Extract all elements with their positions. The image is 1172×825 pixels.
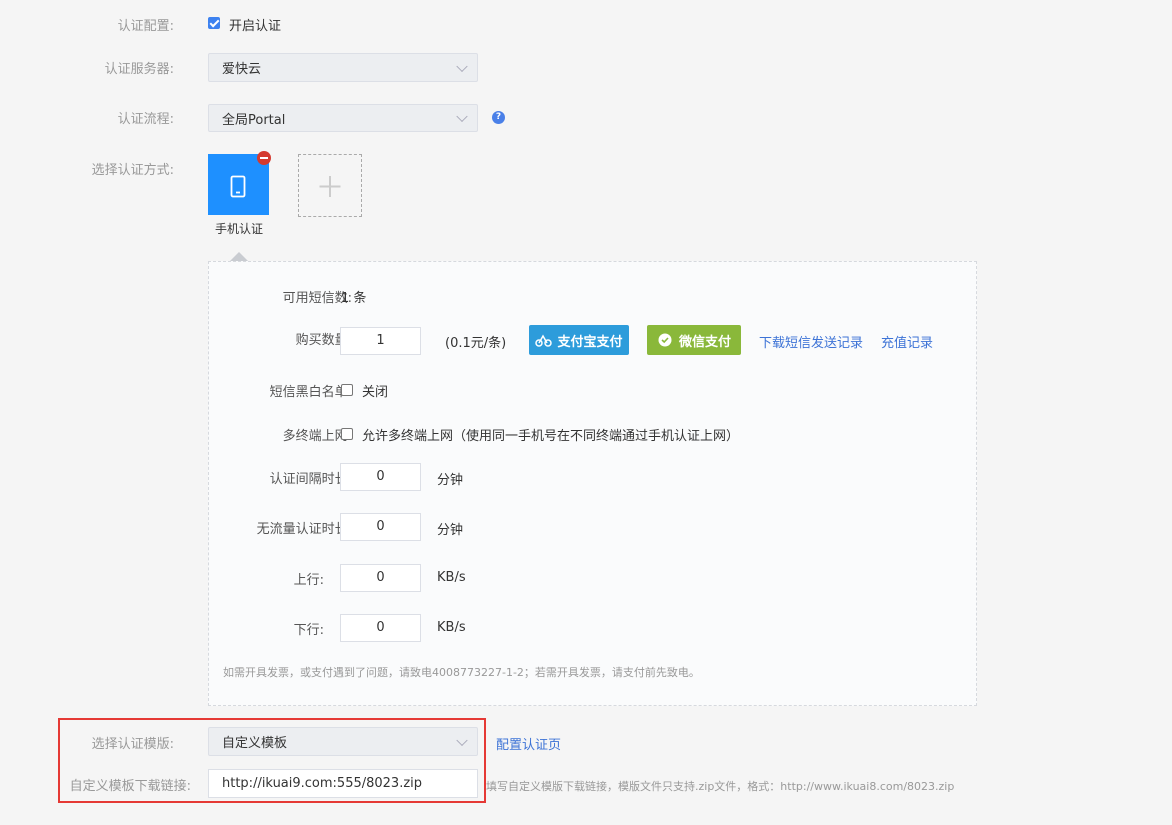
auth-flow-value: 全局Portal	[222, 112, 286, 128]
multi-terminal-checkbox[interactable]	[341, 428, 353, 440]
mobile-auth-tile-label: 手机认证	[215, 222, 264, 236]
question-circle-icon[interactable]: ?	[492, 111, 505, 124]
enable-auth-checkbox[interactable]	[208, 17, 220, 29]
no-flow-auth-unit: 分钟	[437, 523, 464, 538]
no-flow-auth-label: 无流量认证时长:	[256, 522, 352, 537]
download-input[interactable]: 0	[340, 614, 421, 642]
sms-blacklist-label: 短信黑白名单:	[269, 385, 352, 400]
alipay-button-label: 支付宝支付	[557, 334, 623, 350]
template-url-value: http://ikuai9.com:555/8023.zip	[222, 776, 423, 791]
alipay-button[interactable]: 支付宝支付	[529, 325, 629, 355]
auth-server-value: 爱快云	[222, 62, 262, 77]
download-label: 下行:	[293, 623, 324, 638]
download-unit: KB/s	[437, 620, 466, 635]
buy-quantity-input[interactable]: 1	[340, 327, 421, 355]
sms-available-value: 1 条	[341, 291, 367, 306]
download-sms-log-link[interactable]: 下载短信发送记录	[759, 332, 863, 351]
sms-blacklist-checkbox[interactable]	[341, 384, 353, 396]
no-flow-auth-input[interactable]: 0	[340, 513, 421, 541]
wechat-pay-button[interactable]: 微信支付	[647, 325, 741, 355]
wechat-icon	[658, 333, 672, 347]
chevron-down-icon	[456, 110, 468, 123]
multi-terminal-value: 允许多终端上网（使用同一手机号在不同终端通过手机认证上网）	[362, 429, 740, 444]
auth-server-label: 认证服务器:	[104, 62, 174, 77]
chevron-down-icon	[456, 734, 468, 746]
panel-pointer	[230, 252, 248, 261]
auth-interval-unit: 分钟	[437, 473, 464, 488]
template-value: 自定义模板	[222, 736, 288, 751]
auth-flow-label: 认证流程:	[117, 112, 174, 127]
auth-server-select[interactable]: 爱快云	[208, 53, 478, 82]
template-url-label: 自定义模板下载链接:	[69, 779, 191, 794]
payment-note: 如需开具发票，或支付遇到了问题，请致电4008773227-1-2；若需开具发票…	[223, 666, 700, 679]
upload-unit: KB/s	[437, 570, 466, 585]
auth-flow-select[interactable]: 全局Portal	[208, 104, 478, 132]
wechat-pay-button-label: 微信支付	[678, 334, 731, 350]
alipay-icon	[535, 334, 553, 347]
sms-blacklist-value: 关闭	[362, 385, 389, 400]
auth-config-label: 认证配置:	[117, 19, 174, 34]
template-url-hint: 填写自定义模版下载链接，模版文件只支持.zip文件，格式：http://www.…	[486, 780, 955, 793]
minus-circle-icon[interactable]	[257, 151, 271, 165]
upload-input[interactable]: 0	[340, 564, 421, 592]
price-text: (0.1元/条)	[445, 336, 507, 351]
plus-icon	[319, 176, 341, 197]
add-auth-method-button[interactable]	[298, 154, 362, 217]
upload-label: 上行:	[293, 573, 324, 588]
template-label: 选择认证模版:	[91, 737, 174, 752]
template-url-input[interactable]: http://ikuai9.com:555/8023.zip	[208, 769, 478, 798]
auth-interval-input[interactable]: 0	[340, 463, 421, 491]
template-select[interactable]: 自定义模板	[208, 727, 478, 756]
auth-method-label: 选择认证方式:	[91, 163, 174, 178]
enable-auth-label: 开启认证	[229, 19, 282, 34]
recharge-record-link[interactable]: 充值记录	[881, 332, 933, 351]
chevron-down-icon	[456, 60, 468, 72]
config-auth-page-link[interactable]: 配置认证页	[496, 734, 561, 753]
